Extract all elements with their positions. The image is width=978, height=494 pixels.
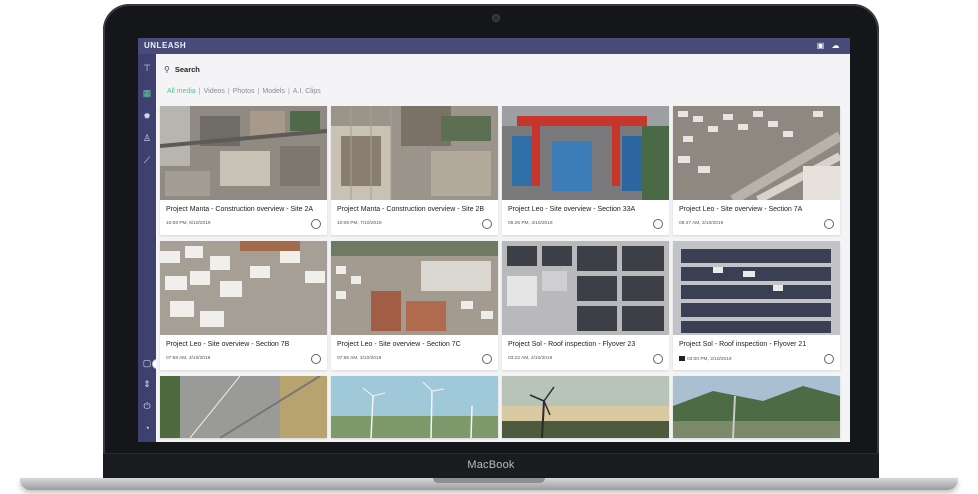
media-card[interactable]: Project Sol - Roof inspection - Flyover … xyxy=(502,241,669,370)
media-card[interactable]: Project Leo - Site overview - Section 7A… xyxy=(673,106,840,235)
media-grid-icon[interactable]: ▦ xyxy=(142,88,152,98)
filter-photos[interactable]: Photos xyxy=(233,88,255,95)
media-thumbnail xyxy=(502,241,669,335)
media-thumbnail xyxy=(502,106,669,200)
select-radio[interactable] xyxy=(311,354,321,364)
media-card[interactable] xyxy=(502,376,669,438)
media-thumbnail xyxy=(160,241,327,335)
media-thumbnail xyxy=(160,376,327,438)
analytics-icon[interactable]: ⟋ xyxy=(142,155,152,165)
search-input[interactable] xyxy=(174,64,475,74)
media-grid: Project Manta - Construction overview - … xyxy=(160,106,844,438)
drone-icon[interactable]: ⊤ xyxy=(142,63,152,73)
media-card[interactable]: Project Leo - Site overview - Section 7C… xyxy=(331,241,498,370)
media-thumbnail xyxy=(502,376,669,438)
cloud-upload-icon[interactable]: ☁ xyxy=(831,41,840,50)
media-card[interactable]: Project Manta - Construction overview - … xyxy=(331,106,498,235)
card-date: 10:08 PM, 7/10/2019 xyxy=(337,221,382,226)
media-thumbnail xyxy=(160,106,327,200)
settings-icon[interactable]: ✹ xyxy=(142,111,152,121)
card-date: 07:58 AM, 3/10/2019 xyxy=(166,356,211,361)
card-title: Project Leo - Site overview - Section 33… xyxy=(508,206,636,213)
filter-separator: | xyxy=(198,88,201,95)
card-date: 05:26 PM, 4/10/2019 xyxy=(508,221,553,226)
card-date: 08:47 AM, 3/10/2019 xyxy=(679,221,724,226)
flask-icon[interactable]: ♙ xyxy=(142,133,152,143)
card-title: Project Sol - Roof inspection - Flyover … xyxy=(679,341,807,348)
select-radio[interactable] xyxy=(311,219,321,229)
sidebar: ⊤ ▦ ✹ ♙ ⟋ ▢ ⇕ ⏻ ◔ xyxy=(138,54,162,442)
search-bar: ⚲ xyxy=(164,62,844,76)
media-thumbnail xyxy=(331,241,498,335)
resize-icon[interactable]: ⇕ xyxy=(142,379,152,389)
device-label: MacBook xyxy=(467,459,515,471)
screen: UNLEASH ▣ ☁ ⊤ ▦ ✹ ♙ ⟋ ▢ ⇕ ⏻ ◔ ⚲ All medi… xyxy=(138,38,850,442)
media-thumbnail xyxy=(673,106,840,200)
brand-logo: UNLEASH xyxy=(144,41,187,50)
media-card[interactable]: Project Sol - Roof inspection - Flyover … xyxy=(673,241,840,370)
media-thumbnail xyxy=(673,376,840,438)
select-radio[interactable] xyxy=(824,219,834,229)
media-card[interactable] xyxy=(331,376,498,438)
card-date: 03:22 AM, 2/10/2019 xyxy=(508,356,553,361)
filter-ai-clips[interactable]: A.I. Clips xyxy=(293,88,321,95)
filter-separator: | xyxy=(287,88,290,95)
device-icon[interactable]: ▢ xyxy=(142,358,152,368)
select-radio[interactable] xyxy=(482,354,492,364)
filter-all-media[interactable]: All media xyxy=(167,88,196,95)
date-badge-icon xyxy=(679,356,685,361)
camera-icon[interactable]: ▣ xyxy=(816,41,825,50)
filter-separator: | xyxy=(257,88,260,95)
filter-videos[interactable]: Videos xyxy=(204,88,225,95)
media-card[interactable] xyxy=(673,376,840,438)
top-icons: ▣ ☁ xyxy=(816,41,840,50)
webcam xyxy=(493,15,499,21)
media-card[interactable]: Project Leo - Site overview - Section 33… xyxy=(502,106,669,235)
filter-separator: | xyxy=(227,88,230,95)
top-bar: UNLEASH ▣ ☁ xyxy=(138,38,850,54)
card-title: Project Sol - Roof inspection - Flyover … xyxy=(508,341,636,348)
media-thumbnail xyxy=(331,106,498,200)
filter-models[interactable]: Models xyxy=(262,88,285,95)
laptop-notch xyxy=(433,478,545,483)
media-thumbnail xyxy=(331,376,498,438)
search-icon: ⚲ xyxy=(164,64,170,74)
card-date: 10:08 PM, 6/10/2019 xyxy=(166,221,211,226)
power-icon[interactable]: ⏻ xyxy=(142,401,152,411)
card-date: 07:56 AM, 3/10/2019 xyxy=(337,356,382,361)
select-radio[interactable] xyxy=(824,354,834,364)
card-title: Project Manta - Construction overview - … xyxy=(337,206,485,213)
card-title: Project Leo - Site overview - Section 7C xyxy=(337,341,461,348)
media-filter-tabs: All media | Videos | Photos | Models | A… xyxy=(167,88,321,95)
media-card[interactable]: Project Manta - Construction overview - … xyxy=(160,106,327,235)
card-title: Project Leo - Site overview - Section 7B xyxy=(166,341,290,348)
select-radio[interactable] xyxy=(653,354,663,364)
main-content: ⚲ All media | Videos | Photos | Models |… xyxy=(156,54,850,442)
media-card[interactable] xyxy=(160,376,327,438)
card-title: Project Manta - Construction overview - … xyxy=(166,206,314,213)
media-thumbnail xyxy=(673,241,840,335)
card-date: 03:00 PM, 2/10/2019 xyxy=(679,356,732,362)
select-radio[interactable] xyxy=(653,219,663,229)
card-title: Project Leo - Site overview - Section 7A xyxy=(679,206,803,213)
select-radio[interactable] xyxy=(482,219,492,229)
avatar-icon[interactable]: ◔ xyxy=(142,423,152,433)
laptop-chin: MacBook xyxy=(103,453,879,479)
media-card[interactable]: Project Leo - Site overview - Section 7B… xyxy=(160,241,327,370)
card-date-text: 03:00 PM, 2/10/2019 xyxy=(687,357,732,362)
